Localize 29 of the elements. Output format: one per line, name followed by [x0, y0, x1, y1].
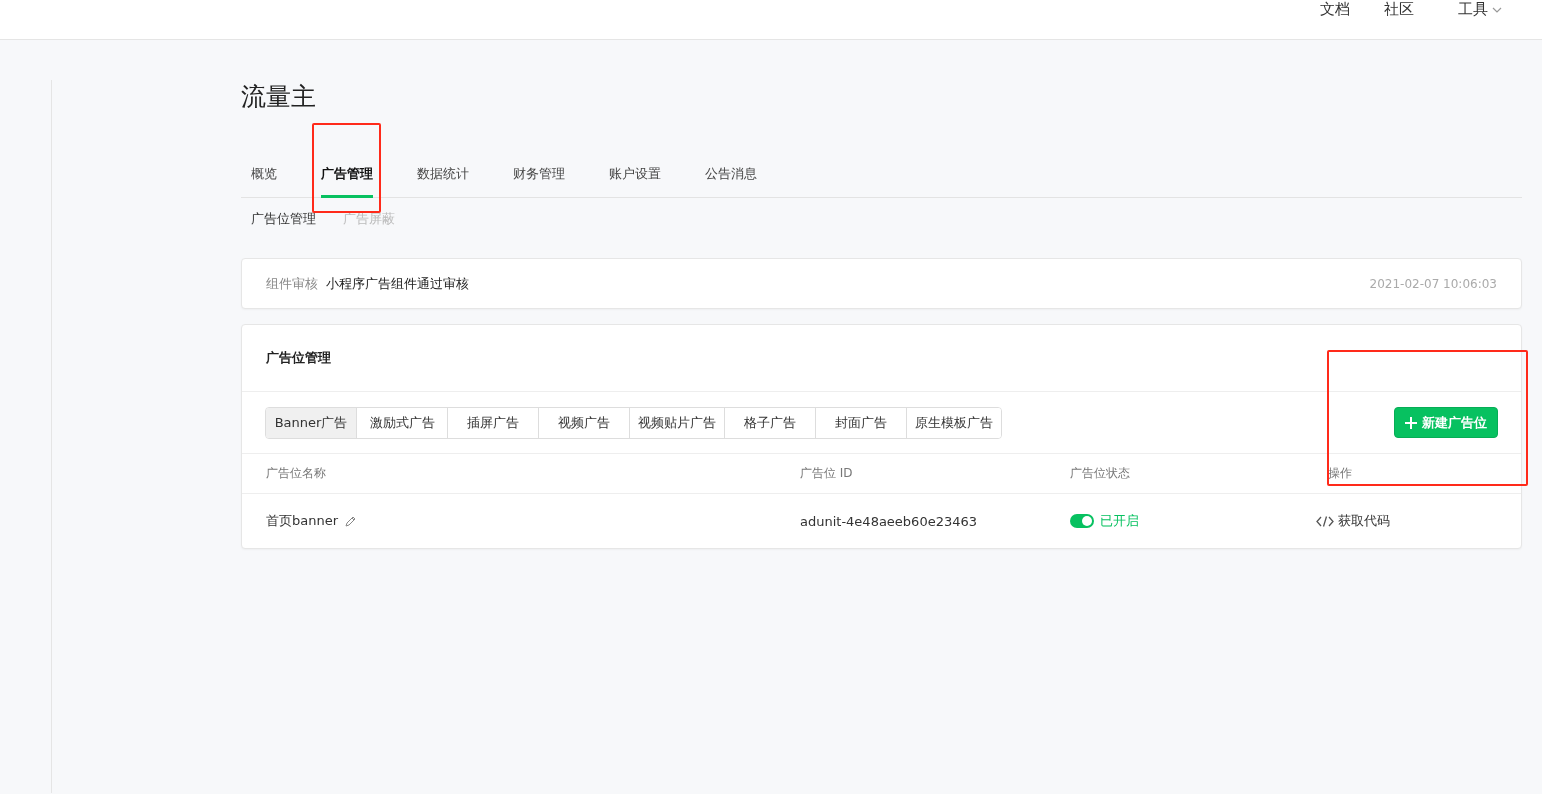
page-title: 流量主 [241, 81, 317, 113]
column-header: 操作 [1328, 465, 1353, 482]
table-cell: 首页banner [266, 512, 339, 530]
notice-message: 小程序广告组件通过审核 [326, 274, 470, 293]
panel-title: 广告位管理 [242, 325, 1521, 392]
pencil-icon[interactable] [344, 514, 358, 528]
tab[interactable]: 数据统计 [417, 155, 469, 198]
toggle-switch[interactable] [1070, 514, 1094, 528]
tools-menu[interactable]: 工具 [1458, 0, 1502, 19]
tab[interactable]: 账户设置 [609, 155, 661, 198]
tab[interactable]: 广告管理 [321, 155, 373, 198]
tab[interactable]: 财务管理 [513, 155, 565, 198]
notice-label: 组件审核 [266, 274, 318, 293]
code-icon [1316, 515, 1334, 527]
sub-tab[interactable]: 广告位管理 [251, 210, 316, 228]
plus-icon [1405, 416, 1417, 429]
tab[interactable]: 公告消息 [705, 155, 757, 198]
nav-link[interactable]: 社区 [1384, 0, 1414, 19]
column-header: 广告位名称 [266, 465, 327, 482]
table-cell: adunit-4e48aeeb60e23463 [800, 513, 978, 529]
notice-time: 2021-02-07 10:06:03 [1369, 276, 1497, 291]
nav-link[interactable]: 文档 [1320, 0, 1350, 19]
column-header: 广告位 ID [800, 465, 854, 482]
column-header: 广告位状态 [1070, 465, 1131, 482]
tab[interactable]: 概览 [251, 155, 277, 198]
get-code-link[interactable]: 获取代码 [1316, 512, 1390, 530]
ad-type-tab[interactable]: Banner广告 [266, 407, 357, 438]
chevron-down-icon [1492, 6, 1502, 13]
status-text: 已开启 [1100, 512, 1139, 530]
